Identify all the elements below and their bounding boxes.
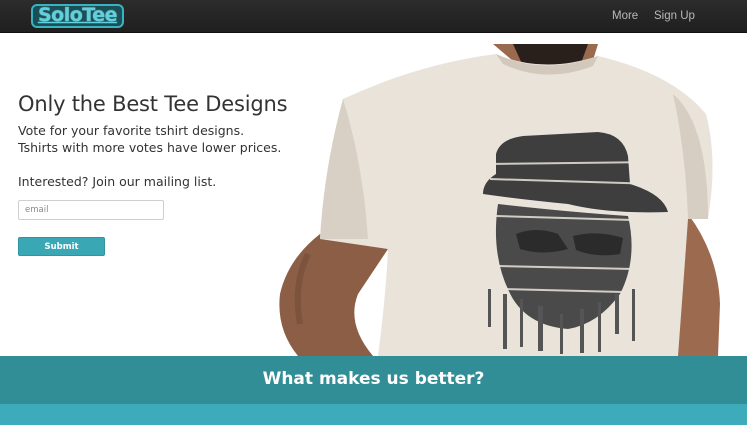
submit-button[interactable]: Submit: [18, 237, 105, 256]
hero-section: Only the Best Tee Designs Vote for your …: [0, 34, 747, 356]
solotee-logo[interactable]: SoloTee: [31, 4, 125, 28]
hero-tshirt-photo: [268, 44, 747, 356]
tshirt-model-illustration: [279, 44, 720, 356]
nav-signup-link[interactable]: Sign Up: [654, 10, 695, 23]
mailing-list-prompt: Interested? Join our mailing list.: [18, 174, 217, 189]
email-input[interactable]: [18, 200, 164, 220]
features-band: What makes us better?: [0, 356, 747, 404]
features-band-lower: [0, 404, 747, 425]
nav-more-link[interactable]: More: [612, 10, 638, 23]
hero-subtitle-line2: Tshirts with more votes have lower price…: [18, 140, 282, 155]
features-heading: What makes us better?: [262, 369, 485, 389]
top-navbar: SoloTee More Sign Up: [0, 0, 747, 33]
hero-subtitle-line1: Vote for your favorite tshirt designs.: [18, 123, 245, 138]
hero-title: Only the Best Tee Designs: [18, 92, 288, 116]
